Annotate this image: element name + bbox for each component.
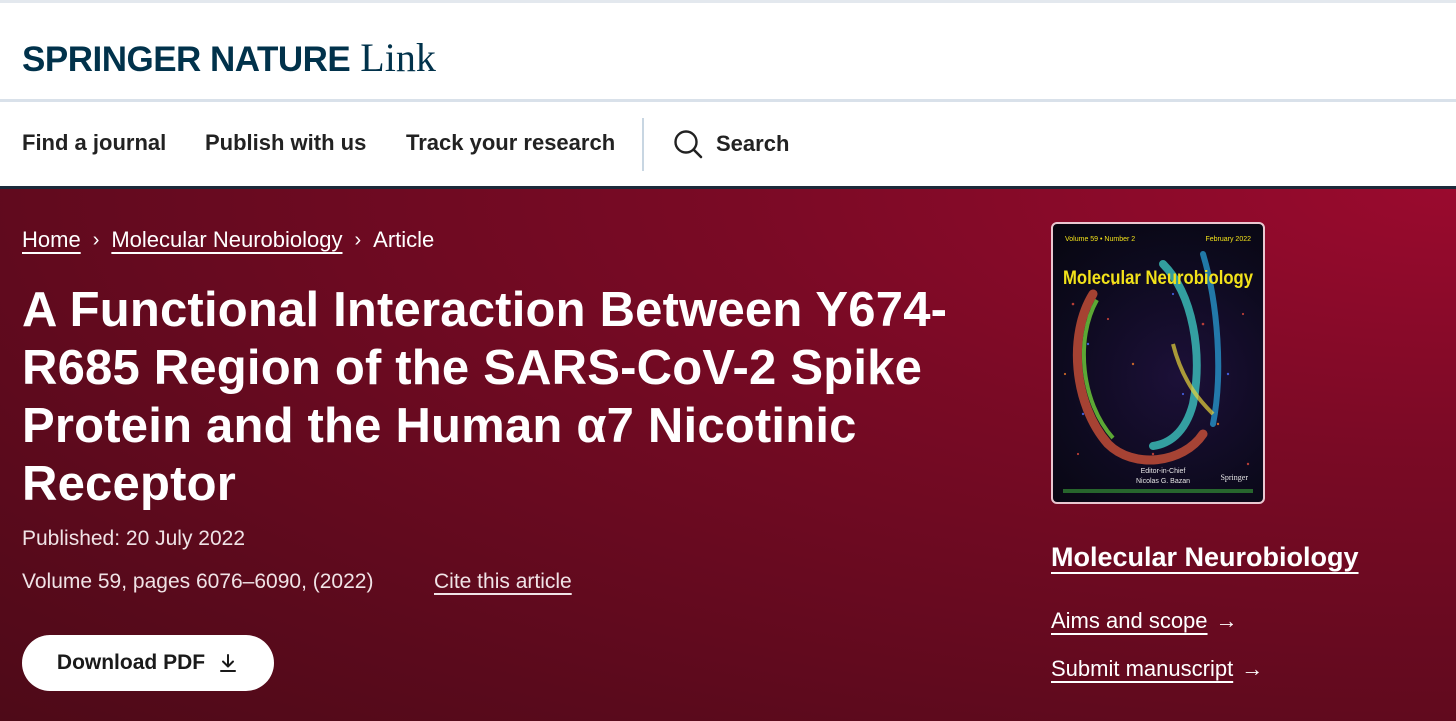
download-pdf-button[interactable]: Download PDF [22,635,274,691]
cover-editor-label: Editor-in-Chief [1141,468,1186,475]
published-date: Published: 20 July 2022 [22,527,245,550]
download-icon [220,654,237,672]
arrow-right-icon: → [1215,608,1238,633]
logo-link: Link [360,35,436,80]
article-title: A Functional Interaction Between Y674-R6… [22,283,948,511]
main-nav: Find a journal Publish with us Track you… [0,102,1456,186]
breadcrumb-journal[interactable]: Molecular Neurobiology [111,227,342,253]
cover-editor-name: Nicolas G. Bazan [1136,478,1190,485]
chevron-right-icon: › [92,228,100,251]
volume-info: Volume 59, pages 6076–6090, (2022) [22,570,374,593]
submit-manuscript-link[interactable]: Submit manuscript → [1051,656,1263,682]
nav-track-research[interactable]: Track your research [406,130,615,156]
search-icon [674,130,703,159]
journal-cover-image[interactable]: Volume 59 • Number 2 February 2022 Molec… [1051,222,1265,504]
cover-title: Molecular Neurobiology [1063,268,1253,289]
cover-publisher: Springer [1220,473,1248,482]
article-hero: Home › Molecular Neurobiology › Article … [0,189,1456,721]
cover-art: Volume 59 • Number 2 February 2022 Molec… [1063,236,1253,493]
site-logo[interactable]: SPRINGER NATURE Link [22,34,436,81]
chevron-right-icon: › [354,228,362,251]
search-button[interactable]: Search [672,126,789,162]
logo-springer-nature: SPRINGER NATURE [22,40,351,79]
download-pdf-label: Download PDF [56,651,206,674]
aims-and-scope-link[interactable]: Aims and scope → [1051,608,1238,634]
journal-name-link[interactable]: Molecular Neurobiology [1051,542,1359,573]
aims-and-scope-label: Aims and scope [1051,608,1208,633]
breadcrumb-current: Article [373,227,435,252]
submit-manuscript-label: Submit manuscript [1051,656,1234,681]
nav-publish-with-us[interactable]: Publish with us [205,130,366,156]
breadcrumb-home[interactable]: Home [22,227,81,253]
cite-article-link[interactable]: Cite this article [434,570,572,594]
cover-volume: Volume 59 • Number 2 [1065,236,1135,243]
nav-find-journal[interactable]: Find a journal [22,130,166,156]
brand-bar: SPRINGER NATURE Link [0,3,1456,99]
arrow-right-icon: → [1241,656,1264,681]
breadcrumb: Home › Molecular Neurobiology › Article [22,227,434,253]
search-label: Search [716,131,790,156]
cover-date: February 2022 [1205,236,1251,243]
nav-divider [642,118,644,171]
